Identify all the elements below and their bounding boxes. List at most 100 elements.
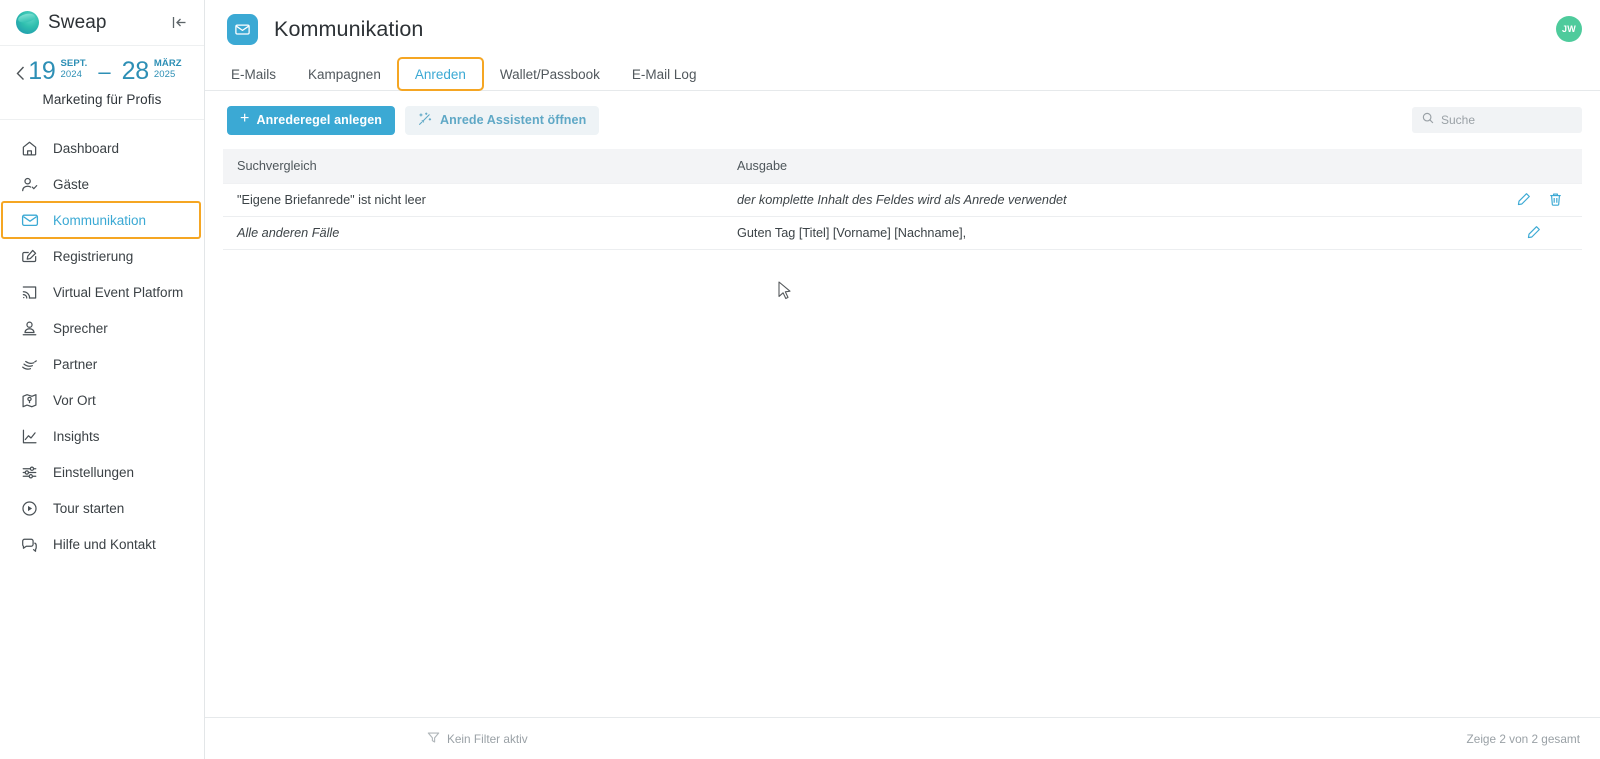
chart-line-icon — [20, 427, 39, 446]
sidebar-item-vor-ort[interactable]: Vor Ort — [0, 382, 204, 418]
table-row[interactable]: Alle anderen Fälle Guten Tag [Titel] [Vo… — [223, 216, 1582, 250]
table-header: Suchvergleich Ausgabe — [223, 149, 1582, 183]
sidebar-item-gaeste[interactable]: Gäste — [0, 166, 204, 202]
sliders-icon — [20, 463, 39, 482]
sidebar-item-label: Hilfe und Kontakt — [53, 536, 156, 552]
cell-suchvergleich: Alle anderen Fälle — [223, 216, 723, 250]
form-edit-icon — [20, 247, 39, 266]
sidebar-item-label: Tour starten — [53, 500, 125, 516]
table-row[interactable]: "Eigene Briefanrede" ist nicht leer der … — [223, 182, 1582, 217]
sidebar-item-label: Registrierung — [53, 248, 134, 264]
date-range[interactable]: 19 SEPT. 2024 – 28 MÄRZ 2025 — [10, 58, 194, 85]
open-anrede-assistant-label: Anrede Assistent öffnen — [440, 113, 587, 127]
sidebar-item-label: Gäste — [53, 176, 90, 192]
app-root: Sweap 19 SEPT. 2024 – 28 MÄRZ 2025 Marke… — [0, 0, 1600, 759]
speaker-person-icon — [20, 319, 39, 338]
collapse-panel-icon[interactable] — [168, 12, 190, 34]
column-header-suchvergleich: Suchvergleich — [223, 149, 723, 183]
start-month: SEPT. — [60, 58, 88, 69]
sidebar-item-label: Insights — [53, 428, 100, 444]
table-footer: Kein Filter aktiv Zeige 2 von 2 gesamt — [205, 717, 1600, 759]
tab-e-mail-log[interactable]: E-Mail Log — [616, 58, 713, 91]
table-header-row: Suchvergleich Ausgabe — [223, 149, 1582, 183]
tab-wallet-passbook[interactable]: Wallet/Passbook — [484, 58, 616, 91]
cast-screen-icon — [20, 283, 39, 302]
sidebar-item-insights[interactable]: Insights — [0, 418, 204, 454]
sidebar-item-sprecher[interactable]: Sprecher — [0, 310, 204, 346]
chevron-left-icon[interactable] — [16, 66, 25, 85]
envelope-icon — [227, 13, 258, 45]
sidebar-item-kommunikation[interactable]: Kommunikation — [1, 201, 201, 239]
filter-status-label: Kein Filter aktiv — [447, 731, 528, 746]
end-year: 2025 — [153, 69, 176, 80]
filter-status[interactable]: Kein Filter aktiv — [427, 731, 528, 747]
column-header-ausgabe: Ausgabe — [723, 149, 1472, 183]
map-pin-icon — [20, 391, 39, 410]
tab-anreden[interactable]: Anreden — [396, 57, 484, 91]
page-title: Kommunikation — [274, 16, 424, 41]
event-date-block: 19 SEPT. 2024 – 28 MÄRZ 2025 Marketing f… — [0, 46, 204, 120]
tab-e-mails[interactable]: E-Mails — [227, 58, 292, 91]
sidebar-item-label: Dashboard — [53, 140, 120, 156]
cell-ausgabe: Guten Tag [Titel] [Vorname] [Nachname], — [723, 216, 1472, 250]
search-icon — [1422, 111, 1434, 129]
column-header-actions — [1472, 149, 1582, 183]
date-separator: – — [98, 59, 111, 84]
sidebar-item-label: Vor Ort — [53, 392, 96, 408]
event-name: Marketing für Profis — [42, 92, 162, 107]
chat-bubbles-icon — [20, 535, 39, 554]
main-content: Kommunikation JW E-Mails Kampagnen Anred… — [205, 0, 1600, 759]
sidebar-item-label: Einstellungen — [53, 464, 135, 480]
sweap-logo-icon — [16, 11, 39, 34]
brand-row: Sweap — [0, 0, 204, 46]
cell-suchvergleich: "Eigene Briefanrede" ist nicht leer — [223, 182, 723, 217]
envelope-icon — [20, 211, 39, 230]
sidebar-item-virtual-event-platform[interactable]: Virtual Event Platform — [0, 274, 204, 310]
sidebar-item-label: Partner — [53, 356, 98, 372]
pencil-edit-icon[interactable] — [1522, 222, 1544, 244]
end-month: MÄRZ — [153, 58, 182, 69]
plus-icon: + — [240, 110, 250, 127]
tab-kampagnen[interactable]: Kampagnen — [292, 58, 397, 91]
sidebar-item-partner[interactable]: Partner — [0, 346, 204, 382]
home-icon — [20, 139, 39, 158]
result-count: Zeige 2 von 2 gesamt — [1466, 731, 1580, 746]
play-circle-icon — [20, 499, 39, 518]
magic-wand-icon — [418, 112, 432, 129]
create-anrede-rule-button[interactable]: + Anrederegel anlegen — [227, 105, 396, 135]
end-day: 28 — [121, 57, 150, 85]
start-year: 2024 — [60, 69, 83, 80]
page-header: Kommunikation JW — [205, 0, 1600, 58]
toolbar: + Anrederegel anlegen Anrede Assistent ö… — [205, 91, 1600, 149]
create-anrede-rule-label: Anrederegel anlegen — [256, 113, 383, 127]
cell-actions — [1472, 182, 1582, 217]
sidebar-item-label: Sprecher — [53, 320, 108, 336]
tab-bar: E-Mails Kampagnen Anreden Wallet/Passboo… — [205, 57, 1600, 91]
avatar[interactable]: JW — [1556, 16, 1582, 42]
sidebar-item-einstellungen[interactable]: Einstellungen — [0, 454, 204, 490]
sidebar-item-hilfe-und-kontakt[interactable]: Hilfe und Kontakt — [0, 526, 204, 562]
trash-delete-icon[interactable] — [1544, 189, 1566, 211]
pencil-edit-icon[interactable] — [1512, 189, 1534, 211]
start-day: 19 — [28, 57, 56, 85]
cell-actions — [1472, 216, 1582, 250]
cell-ausgabe: der komplette Inhalt des Feldes wird als… — [723, 182, 1472, 217]
table-body: "Eigene Briefanrede" ist nicht leer der … — [223, 182, 1582, 250]
user-check-icon — [20, 175, 39, 194]
sidebar-item-label: Virtual Event Platform — [53, 284, 184, 300]
search-input[interactable] — [1441, 113, 1572, 127]
open-anrede-assistant-button[interactable]: Anrede Assistent öffnen — [405, 105, 600, 135]
sidebar-item-registrierung[interactable]: Registrierung — [0, 238, 204, 274]
anreden-table: Suchvergleich Ausgabe "Eigene Briefanred… — [223, 149, 1582, 250]
sidebar-nav: Dashboard Gäste Kommunikation Registrier… — [0, 120, 204, 578]
anreden-table-container: Suchvergleich Ausgabe "Eigene Briefanred… — [205, 149, 1600, 717]
sidebar: Sweap 19 SEPT. 2024 – 28 MÄRZ 2025 Marke… — [0, 0, 205, 759]
handshake-icon — [20, 355, 39, 374]
filter-funnel-icon — [427, 731, 440, 747]
search-box[interactable] — [1412, 107, 1582, 133]
sidebar-item-tour-starten[interactable]: Tour starten — [0, 490, 204, 526]
sidebar-bottom-nav: Tour starten Hilfe und Kontakt — [0, 490, 204, 578]
brand-name: Sweap — [48, 11, 107, 33]
sidebar-item-label: Kommunikation — [53, 212, 147, 228]
sidebar-item-dashboard[interactable]: Dashboard — [0, 130, 204, 166]
